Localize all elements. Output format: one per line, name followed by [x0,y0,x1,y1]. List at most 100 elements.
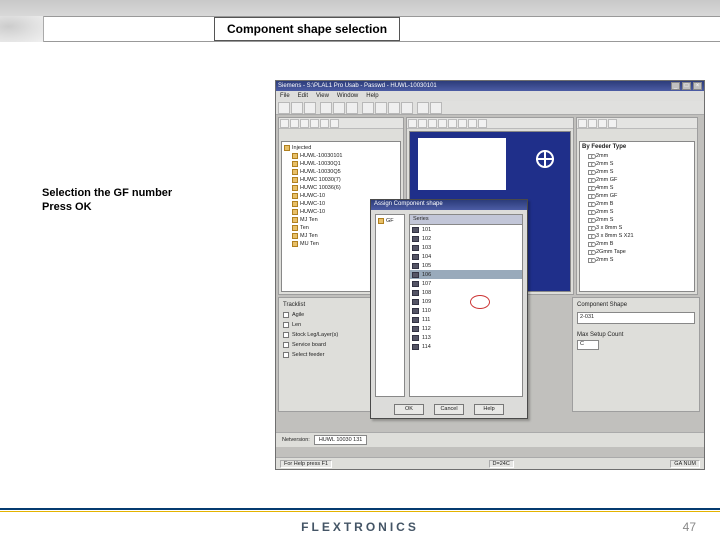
chip-icon [412,308,419,314]
list-item[interactable]: 111 [410,315,522,324]
feeder-item[interactable]: 2mm [582,152,692,160]
feeder-item[interactable]: 2mm S [582,208,692,216]
tree-item[interactable]: HUWC 10030(7) [284,176,398,184]
dialog-tree[interactable]: GF [375,214,405,397]
panel-toolbar-button[interactable] [438,119,447,128]
panel-toolbar-button[interactable] [458,119,467,128]
menu-edit[interactable]: Edit [298,93,308,99]
toolbar-button[interactable] [333,102,345,114]
panel-toolbar-button[interactable] [408,119,417,128]
feeder-item[interactable]: 2mm GF [582,176,692,184]
tree-root[interactable]: Injected [284,144,398,152]
feeder-item[interactable]: 2mm B [582,200,692,208]
chip-icon [412,263,419,269]
menu-view[interactable]: View [316,93,329,99]
feeder-item[interactable]: 5mm GF [582,192,692,200]
tape-icon [588,170,594,175]
panel-toolbar-button[interactable] [280,119,289,128]
header-stripe [0,0,720,16]
list-item[interactable]: 102 [410,234,522,243]
panel-toolbar-button[interactable] [578,119,587,128]
right-panel: By Feeder Type 2mm2mm S2mm S2mm GF4mm S5… [576,117,698,295]
list-item[interactable]: 108 [410,288,522,297]
panel-toolbar-button[interactable] [310,119,319,128]
help-button[interactable]: Help [474,404,504,415]
panel-toolbar-button[interactable] [588,119,597,128]
menu-help[interactable]: Help [366,93,378,99]
toolbar-button[interactable] [375,102,387,114]
cshape-value-field[interactable]: 2-031 [577,312,695,324]
app-title-text: Siemens - S:\PLAL1 Pro Usab - Passwd - H… [278,83,669,89]
active-tab[interactable]: HUWL 10030 131 [314,435,368,445]
tree-item[interactable]: HUWC 10036(6) [284,184,398,192]
feeder-item[interactable]: 3 x 8mm S X21 [582,232,692,240]
status-mid: D=24C [489,460,514,468]
tree-item[interactable]: HUWL-10030Q1 [284,160,398,168]
feeder-item[interactable]: 2mm S [582,256,692,264]
feeder-item[interactable]: 4mm S [582,184,692,192]
feeder-item[interactable]: 2mm B [582,240,692,248]
checkbox-icon [283,322,289,328]
list-item[interactable]: 114 [410,342,522,351]
feeder-item[interactable]: 3 x 8mm S [582,224,692,232]
panel-toolbar-button[interactable] [290,119,299,128]
footer-rule-accent [0,511,720,512]
panel-toolbar-button[interactable] [448,119,457,128]
feeder-item[interactable]: 2mm S [582,168,692,176]
panel-toolbar-button[interactable] [300,119,309,128]
panel-toolbar-button[interactable] [418,119,427,128]
slide-header: Component shape selection [0,0,720,42]
list-header[interactable]: Series [410,215,522,225]
toolbar-button[interactable] [417,102,429,114]
toolbar-button[interactable] [401,102,413,114]
cancel-button[interactable]: Cancel [434,404,464,415]
item-icon [292,233,298,239]
toolbar-button[interactable] [388,102,400,114]
list-item[interactable]: 113 [410,333,522,342]
panel-toolbar-button[interactable] [468,119,477,128]
chip-icon [412,326,419,332]
list-item[interactable]: 106 [410,270,522,279]
panel-toolbar-button[interactable] [608,119,617,128]
status-left: For Help press F1 [280,460,332,468]
panel-toolbar-button[interactable] [428,119,437,128]
toolbar-button[interactable] [291,102,303,114]
panel-toolbar-button[interactable] [598,119,607,128]
feeder-item[interactable]: 2mm S [582,160,692,168]
list-item[interactable]: 107 [410,279,522,288]
tree-item[interactable]: HUWL-10030101 [284,152,398,160]
menu-file[interactable]: File [280,93,290,99]
list-item[interactable]: 101 [410,225,522,234]
close-button[interactable]: × [693,82,702,90]
panel-toolbar-button[interactable] [478,119,487,128]
panel-toolbar-button[interactable] [330,119,339,128]
toolbar-button[interactable] [320,102,332,114]
feeder-item[interactable]: 2mm S [582,216,692,224]
tape-icon [588,234,594,239]
ok-button[interactable]: OK [394,404,424,415]
mid-panel-toolbar [407,118,573,129]
feeder-item[interactable]: 2Gmm Tape [582,248,692,256]
menu-window[interactable]: Window [337,93,358,99]
list-item[interactable]: 104 [410,252,522,261]
list-item[interactable]: 109 [410,297,522,306]
toolbar-button[interactable] [278,102,290,114]
minimize-button[interactable]: _ [671,82,680,90]
chip-icon [412,281,419,287]
panel-toolbar-button[interactable] [320,119,329,128]
setup-count-label: Max Setup Count [577,332,695,338]
toolbar-button[interactable] [304,102,316,114]
toolbar-button[interactable] [430,102,442,114]
item-icon [292,193,298,199]
toolbar-button[interactable] [362,102,374,114]
list-item[interactable]: 103 [410,243,522,252]
list-item[interactable]: 105 [410,261,522,270]
tree-node[interactable]: GF [378,217,402,225]
list-item[interactable]: 110 [410,306,522,315]
list-item[interactable]: 112 [410,324,522,333]
toolbar-button[interactable] [346,102,358,114]
maximize-button[interactable]: □ [682,82,691,90]
setup-count-input[interactable]: C [577,340,599,350]
checkbox-icon [283,332,289,338]
tree-item[interactable]: HUWL-10030Q5 [284,168,398,176]
